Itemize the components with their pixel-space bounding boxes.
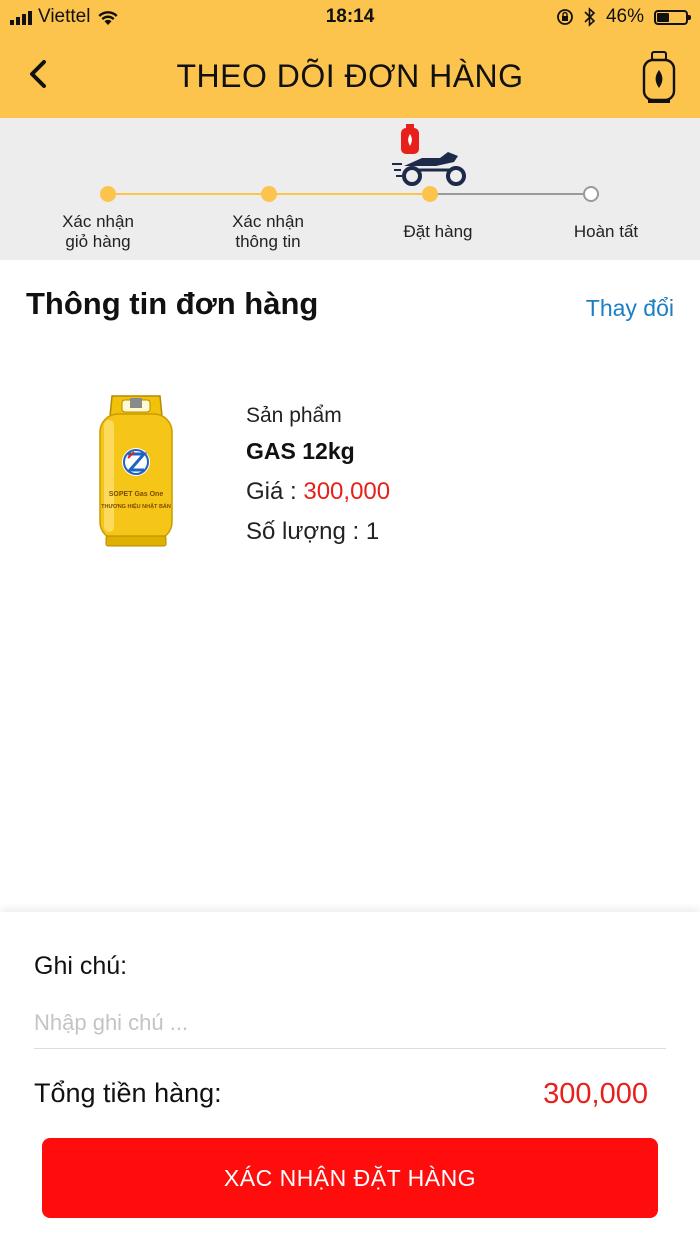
svg-text:THƯƠNG HIỆU NHẬT BẢN: THƯƠNG HIỆU NHẬT BẢN [101,502,171,510]
status-bar: Viettel 18:14 46% [0,0,700,34]
total-value: 300,000 [543,1078,648,1110]
step-dot-order [422,186,438,202]
note-input[interactable] [34,998,666,1049]
step-label-info-line2: thông tin [235,232,301,251]
product-name: GAS 12kg [246,438,355,464]
change-order-link[interactable]: Thay đổi [586,295,674,322]
step-label-info-line1: Xác nhận [232,212,304,231]
svg-text:SOPET Gas One: SOPET Gas One [109,491,164,498]
step-label-cart-line2: giỏ hàng [65,232,131,251]
product-label: Sản phẩm [246,404,342,427]
orientation-lock-icon [557,9,573,25]
step-label-cart: Xác nhận giỏ hàng [28,212,168,252]
page-title: THEO DÕI ĐƠN HÀNG [176,58,524,94]
product-price: Giá : 300,000 [246,478,390,506]
step-label-info: Xác nhận thông tin [198,212,338,252]
gas-cylinder-icon[interactable] [640,50,678,104]
product-price-value: 300,000 [303,478,391,505]
product-price-label: Giá : [246,478,304,505]
product-quantity: Số lượng : 1 [246,518,380,545]
note-label: Ghi chú: [34,952,128,980]
gas-cylinder-product-image: SOPET Gas One THƯƠNG HIỆU NHẬT BẢN [99,395,173,547]
step-dot-complete [583,186,599,202]
step-dot-info [261,186,277,202]
bluetooth-icon [584,7,596,27]
battery-icon [654,9,691,25]
step-label-complete: Hoàn tất [573,222,639,241]
order-progress-tracker: Xác nhận giỏ hàng Xác nhận thông tin Đặt… [0,118,700,260]
battery-percent: 46% [605,6,644,27]
step-label-cart-line1: Xác nhận [62,212,134,231]
app-header: THEO DÕI ĐƠN HÀNG [0,34,700,118]
confirm-order-button[interactable]: XÁC NHẬN ĐẶT HÀNG [42,1138,658,1218]
step-dot-cart [100,186,116,202]
order-summary-panel: Ghi chú: Tổng tiền hàng: 300,000 XÁC NHẬ… [0,912,700,1244]
step-label-order: Đặt hàng [403,222,473,241]
delivery-motorbike-icon [392,124,466,186]
total-label: Tổng tiền hàng: [34,1078,222,1108]
status-right: 46% [556,6,691,28]
order-info-title: Thông tin đơn hàng [26,286,319,321]
